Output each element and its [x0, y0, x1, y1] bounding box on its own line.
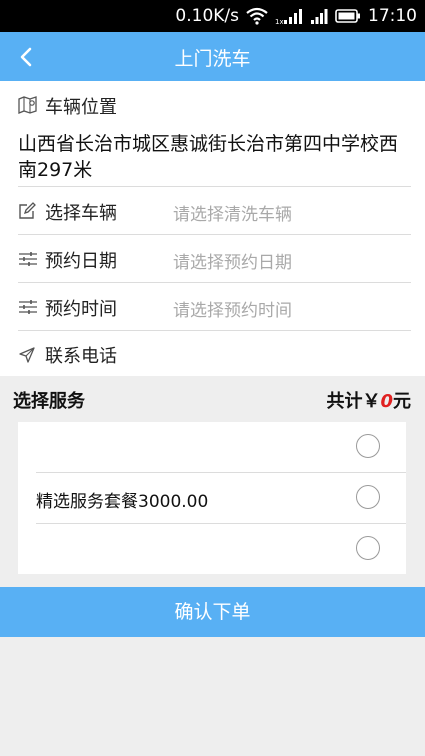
select-date-placeholder: 请选择预约日期 [173, 253, 292, 273]
total-prefix: 共计￥ [326, 391, 381, 412]
total-price: 共计￥0元 [326, 387, 411, 413]
send-icon [18, 346, 36, 368]
signal-icon [310, 7, 328, 25]
confirm-order-button[interactable]: 确认下单 [0, 587, 425, 637]
select-date-row[interactable]: 预约日期 请选择预约日期 [18, 235, 411, 282]
service-radio[interactable] [356, 536, 380, 560]
sliders-icon [18, 251, 38, 271]
service-item[interactable] [36, 422, 406, 472]
network-speed: 0.10K/s [175, 6, 239, 26]
select-time-placeholder: 请选择预约时间 [173, 301, 292, 321]
service-radio[interactable] [356, 434, 380, 458]
select-vehicle-row[interactable]: 选择车辆 请选择清洗车辆 [18, 187, 411, 234]
total-amount: 0 [380, 391, 393, 412]
app-bar: 上门洗车 [0, 32, 425, 81]
select-date-label: 预约日期 [45, 251, 117, 272]
total-suffix: 元 [393, 391, 411, 412]
page-title: 上门洗车 [174, 48, 251, 70]
select-vehicle-label: 选择车辆 [45, 203, 117, 224]
map-pin-icon [18, 96, 38, 118]
sliders-icon [18, 299, 38, 319]
location-label: 车辆位置 [45, 97, 117, 118]
status-indicators: 0.10K/s 1x 17:10 [168, 5, 417, 27]
signal-1x-icon: 1x [275, 7, 303, 25]
service-name: 精选服务套餐3000.00 [36, 492, 209, 512]
services-list: 精选服务套餐3000.00 [18, 422, 406, 574]
battery-icon [335, 8, 361, 24]
location-row: 车辆位置 [18, 92, 411, 120]
contact-phone-label: 联系电话 [45, 346, 117, 367]
service-radio[interactable] [356, 485, 380, 509]
select-time-label: 预约时间 [45, 299, 117, 320]
select-vehicle-placeholder: 请选择清洗车辆 [173, 205, 292, 225]
network-type-label: 1x [275, 18, 284, 25]
wifi-icon [246, 7, 268, 25]
edit-icon [18, 202, 36, 224]
service-item[interactable] [36, 524, 406, 574]
status-time: 17:10 [368, 6, 417, 26]
service-item[interactable]: 精选服务套餐3000.00 [36, 473, 406, 523]
services-title: 选择服务 [13, 391, 85, 412]
status-bar: 0.10K/s 1x 17:10 [0, 0, 425, 32]
booking-form: 车辆位置 山西省长治市城区惠诚街长治市第四中学校西南297米 选择车辆 请选择清… [0, 81, 425, 376]
contact-phone-row[interactable]: 联系电话 [18, 331, 411, 376]
location-address: 山西省长治市城区惠诚街长治市第四中学校西南297米 [18, 133, 399, 181]
select-time-row[interactable]: 预约时间 请选择预约时间 [18, 283, 411, 330]
services-header: 选择服务 共计￥0元 [0, 376, 425, 422]
